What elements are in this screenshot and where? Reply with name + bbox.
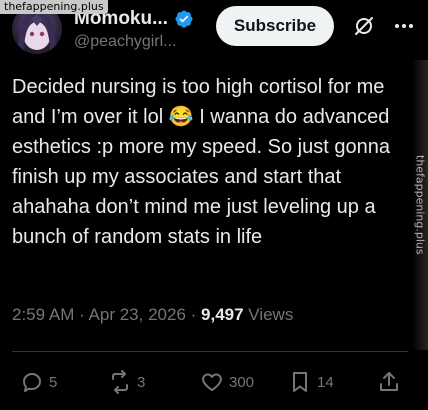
post-time[interactable]: 2:59 AM — [12, 305, 74, 324]
meta-separator: · — [185, 305, 202, 324]
action-bar: 5 3 300 14 — [12, 366, 408, 398]
post-date[interactable]: Apr 23, 2026 — [89, 305, 186, 324]
repost-icon — [112, 370, 128, 394]
verified-badge-icon — [175, 10, 193, 28]
post-text: Decided nursing is too high cortisol for… — [12, 76, 396, 248]
reply-button[interactable]: 5 — [20, 366, 57, 398]
views-count: 9,497 — [201, 305, 244, 324]
watermark-side-label: thefappening.plus — [413, 155, 427, 255]
bookmark-button[interactable]: 14 — [288, 366, 334, 398]
repost-count: 3 — [137, 373, 146, 391]
heart-icon — [202, 373, 222, 391]
subscribe-button[interactable]: Subscribe — [216, 6, 334, 46]
meta-separator: · — [74, 305, 89, 324]
post-meta: 2:59 AM · Apr 23, 2026 · 9,497 Views — [12, 305, 293, 325]
reply-icon — [23, 373, 41, 392]
repost-button[interactable]: 3 — [108, 366, 145, 398]
divider — [12, 351, 408, 352]
views-label: Views — [243, 305, 294, 324]
watermark-side: thefappening.plus — [412, 60, 428, 350]
share-icon[interactable] — [377, 370, 401, 394]
watermark-label: thefappening.plus — [0, 0, 108, 14]
bookmark-icon — [293, 372, 307, 392]
more-icon[interactable] — [392, 14, 416, 38]
reply-count: 5 — [49, 373, 58, 391]
like-count: 300 — [229, 373, 255, 391]
bookmark-count: 14 — [317, 373, 334, 391]
author-handle[interactable]: @peachygirl... — [74, 33, 194, 51]
grok-icon[interactable] — [352, 14, 376, 38]
like-button[interactable]: 300 — [200, 366, 254, 398]
